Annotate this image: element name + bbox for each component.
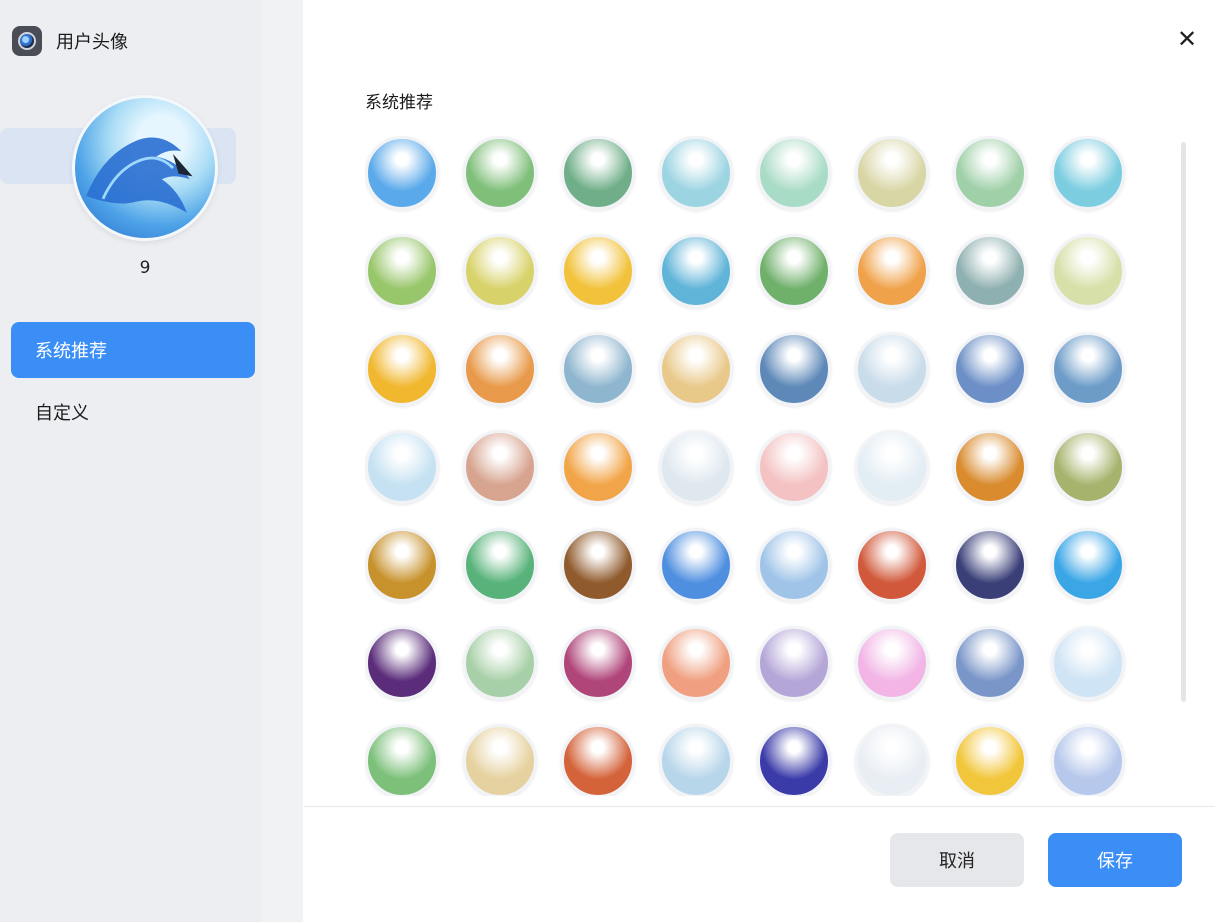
avatar-option[interactable] xyxy=(953,528,1027,602)
avatar-option[interactable] xyxy=(365,234,439,308)
avatar-option[interactable] xyxy=(463,528,537,602)
avatar-option[interactable] xyxy=(463,430,537,504)
avatar-option[interactable] xyxy=(561,136,635,210)
avatar-option[interactable] xyxy=(1051,626,1125,700)
avatar-option[interactable] xyxy=(561,332,635,406)
avatar-option[interactable] xyxy=(365,528,439,602)
avatar-option[interactable] xyxy=(659,136,733,210)
avatar-option[interactable] xyxy=(659,724,733,796)
main-panel: ✕ 系统推荐 取消 保存 xyxy=(304,0,1215,922)
avatar-option[interactable] xyxy=(1051,724,1125,796)
avatar-option[interactable] xyxy=(561,724,635,796)
avatar-option[interactable] xyxy=(855,136,929,210)
dragon-avatar-art xyxy=(86,137,193,213)
avatar-option[interactable] xyxy=(855,332,929,406)
avatar-option[interactable] xyxy=(1051,332,1125,406)
avatar-option[interactable] xyxy=(757,724,831,796)
grid-scrollbar[interactable] xyxy=(1181,142,1186,702)
footer-divider xyxy=(304,806,1215,807)
avatar-option[interactable] xyxy=(855,724,929,796)
avatar-option[interactable] xyxy=(659,626,733,700)
sidebar-item-custom[interactable]: 自定义 xyxy=(11,384,255,440)
avatar-option[interactable] xyxy=(365,724,439,796)
avatar-option[interactable] xyxy=(953,626,1027,700)
avatar-option[interactable] xyxy=(953,136,1027,210)
avatar-option[interactable] xyxy=(855,430,929,504)
section-title: 系统推荐 xyxy=(365,93,433,113)
avatar-option[interactable] xyxy=(463,724,537,796)
avatar-option[interactable] xyxy=(561,430,635,504)
avatar-option[interactable] xyxy=(757,332,831,406)
avatar-option[interactable] xyxy=(659,528,733,602)
cancel-button[interactable]: 取消 xyxy=(890,833,1024,887)
app-title: 用户头像 xyxy=(56,32,128,53)
avatar-option[interactable] xyxy=(463,136,537,210)
sidebar-item-label: 系统推荐 xyxy=(35,341,107,362)
avatar-grid xyxy=(365,136,1135,796)
avatar-option[interactable] xyxy=(561,234,635,308)
avatar-option[interactable] xyxy=(1051,234,1125,308)
avatar-option[interactable] xyxy=(561,626,635,700)
avatar-option[interactable] xyxy=(1051,430,1125,504)
avatar-option[interactable] xyxy=(953,234,1027,308)
current-avatar xyxy=(72,95,218,241)
avatar-option[interactable] xyxy=(953,332,1027,406)
avatar-option[interactable] xyxy=(365,136,439,210)
sidebar-item-system-recommended[interactable]: 系统推荐 xyxy=(11,322,255,378)
avatar-option[interactable] xyxy=(855,626,929,700)
sidebar: 用户头像 9 系统推荐 自定义 xyxy=(0,0,303,922)
avatar-option[interactable] xyxy=(561,528,635,602)
avatar-option[interactable] xyxy=(757,528,831,602)
avatar-option[interactable] xyxy=(953,430,1027,504)
avatar-option[interactable] xyxy=(365,626,439,700)
avatar-option[interactable] xyxy=(659,430,733,504)
avatar-option[interactable] xyxy=(1051,528,1125,602)
avatar-option[interactable] xyxy=(1051,136,1125,210)
avatar-option[interactable] xyxy=(365,430,439,504)
avatar-option[interactable] xyxy=(463,332,537,406)
avatar-option[interactable] xyxy=(659,332,733,406)
save-button[interactable]: 保存 xyxy=(1048,833,1182,887)
app-header: 用户头像 xyxy=(12,26,128,56)
avatar-option[interactable] xyxy=(953,724,1027,796)
avatar-option[interactable] xyxy=(757,234,831,308)
avatar-option[interactable] xyxy=(855,234,929,308)
avatar-option[interactable] xyxy=(659,234,733,308)
avatar-option[interactable] xyxy=(757,430,831,504)
current-avatar-number: 9 xyxy=(139,258,151,278)
sidebar-item-label: 自定义 xyxy=(35,403,89,424)
avatar-option[interactable] xyxy=(757,136,831,210)
close-icon[interactable]: ✕ xyxy=(1175,27,1199,52)
avatar-option[interactable] xyxy=(757,626,831,700)
avatar-option[interactable] xyxy=(365,332,439,406)
app-logo-icon xyxy=(12,26,42,56)
avatar-option[interactable] xyxy=(463,626,537,700)
avatar-option[interactable] xyxy=(855,528,929,602)
avatar-option[interactable] xyxy=(463,234,537,308)
